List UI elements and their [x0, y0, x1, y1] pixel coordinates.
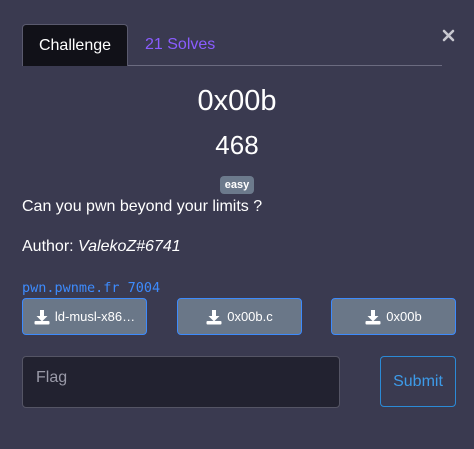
challenge-name: 0x00b: [197, 85, 277, 117]
file-downloads: ld-musl-x86… 0x00b.c 0x00b: [22, 298, 456, 335]
tab-solves[interactable]: 21 Solves: [145, 24, 215, 65]
difficulty-badge-wrap: easy: [0, 175, 474, 194]
download-icon: [206, 309, 222, 325]
connection-info: pwn.pwnme.fr 7004: [22, 280, 161, 296]
file-name: 0x00b.c: [227, 309, 273, 324]
challenge-author: Author: ValekoZ#6741: [22, 237, 181, 257]
challenge-description: Can you pwn beyond your limits ?: [22, 198, 263, 215]
difficulty-badge: easy: [219, 176, 255, 194]
download-icon: [34, 309, 50, 325]
tab-challenge[interactable]: Challenge: [22, 24, 128, 66]
challenge-points: 468: [215, 130, 259, 160]
download-icon: [365, 309, 381, 325]
submit-button[interactable]: Submit: [380, 356, 456, 407]
flag-input[interactable]: [22, 356, 340, 408]
challenge-tabs: Challenge 21 Solves: [22, 24, 442, 66]
download-file-button[interactable]: 0x00b.c: [177, 298, 302, 335]
author-name: ValekoZ#6741: [78, 238, 181, 255]
close-icon: [442, 29, 455, 42]
close-button[interactable]: [439, 24, 459, 48]
file-name: ld-musl-x86…: [54, 309, 136, 324]
download-file-button[interactable]: 0x00b: [331, 298, 456, 335]
download-file-button[interactable]: ld-musl-x86…: [22, 298, 147, 335]
challenge-modal: Challenge 21 Solves 0x00b 468 easy Can y…: [0, 0, 474, 449]
file-name: 0x00b: [386, 309, 422, 324]
author-label: Author:: [22, 238, 74, 255]
